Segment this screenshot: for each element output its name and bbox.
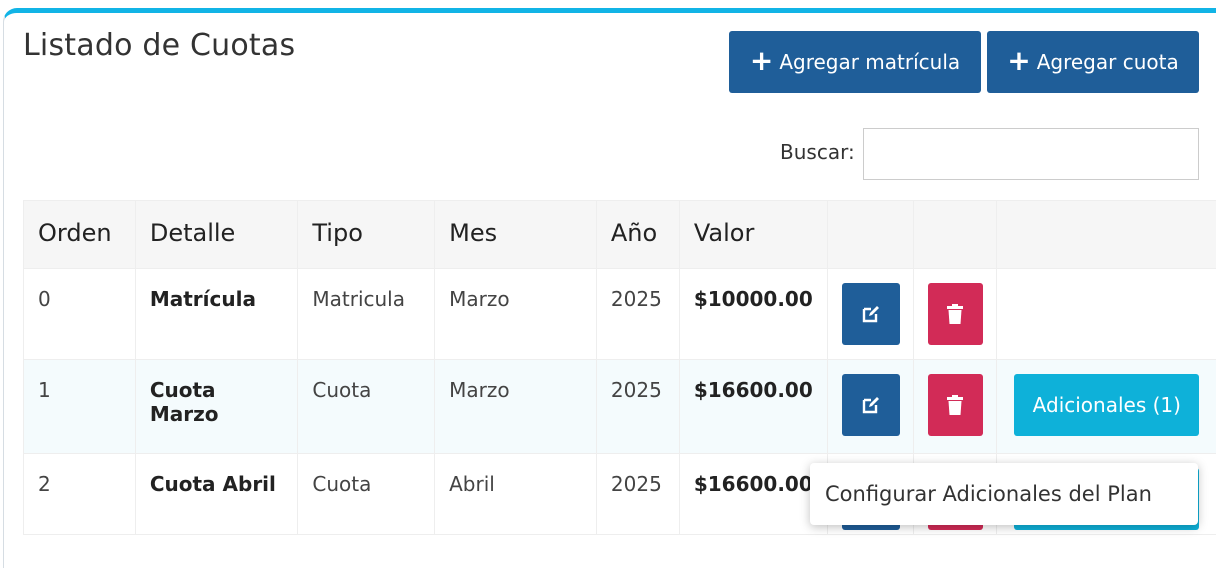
additionals-button[interactable]: Adicionales (1) [1014,374,1199,436]
cell-detalle: Cuota Abril [135,454,298,535]
column-header-anio[interactable]: Año [596,201,679,269]
cell-extras [997,269,1216,360]
cell-tipo: Matricula [298,269,435,360]
column-header-detalle[interactable]: Detalle [135,201,298,269]
cell-detalle: Cuota Marzo [135,360,298,454]
table-row: 1 Cuota Marzo Cuota Marzo 2025 $16600.00 [24,360,1216,454]
table-row: 0 Matrícula Matricula Marzo 2025 $10000.… [24,269,1216,360]
cell-orden: 2 [24,454,136,535]
table-header-row: Orden Detalle Tipo Mes Año Valor [24,201,1216,269]
column-header-edit [827,201,913,269]
trash-icon [946,303,964,325]
cell-anio: 2025 [596,360,679,454]
edit-button[interactable] [842,283,900,345]
tooltip: Configurar Adicionales del Plan [810,463,1198,525]
delete-button[interactable] [928,283,983,345]
cell-detalle: Matrícula [135,269,298,360]
cell-delete [913,269,997,360]
cell-valor: $16600.00 [679,454,827,535]
column-header-tipo[interactable]: Tipo [298,201,435,269]
delete-button[interactable] [928,374,983,436]
cell-delete [913,360,997,454]
cell-tipo: Cuota [298,360,435,454]
edit-icon [861,304,881,324]
add-fee-label: Agregar cuota [1037,50,1179,74]
column-header-valor[interactable]: Valor [679,201,827,269]
edit-button[interactable] [842,374,900,436]
column-header-delete [913,201,997,269]
cell-mes: Abril [435,454,597,535]
add-fee-button[interactable]: + Agregar cuota [987,31,1199,93]
cell-mes: Marzo [435,269,597,360]
edit-icon [861,395,881,415]
search-input[interactable] [863,128,1199,180]
search-label: Buscar: [780,140,855,164]
page-title: Listado de Cuotas [23,28,295,63]
add-enrollment-label: Agregar matrícula [779,50,960,74]
plus-icon: + [1007,47,1030,75]
plus-icon: + [750,47,773,75]
cell-edit [827,360,913,454]
cell-anio: 2025 [596,269,679,360]
cell-valor: $10000.00 [679,269,827,360]
cell-tipo: Cuota [298,454,435,535]
cell-valor: $16600.00 [679,360,827,454]
column-header-extras [997,201,1216,269]
column-header-orden[interactable]: Orden [24,201,136,269]
cell-extras: Adicionales (1) [997,360,1216,454]
cell-edit [827,269,913,360]
cell-mes: Marzo [435,360,597,454]
column-header-mes[interactable]: Mes [435,201,597,269]
trash-icon [946,394,964,416]
cell-anio: 2025 [596,454,679,535]
cell-orden: 0 [24,269,136,360]
add-enrollment-button[interactable]: + Agregar matrícula [729,31,981,93]
cell-orden: 1 [24,360,136,454]
